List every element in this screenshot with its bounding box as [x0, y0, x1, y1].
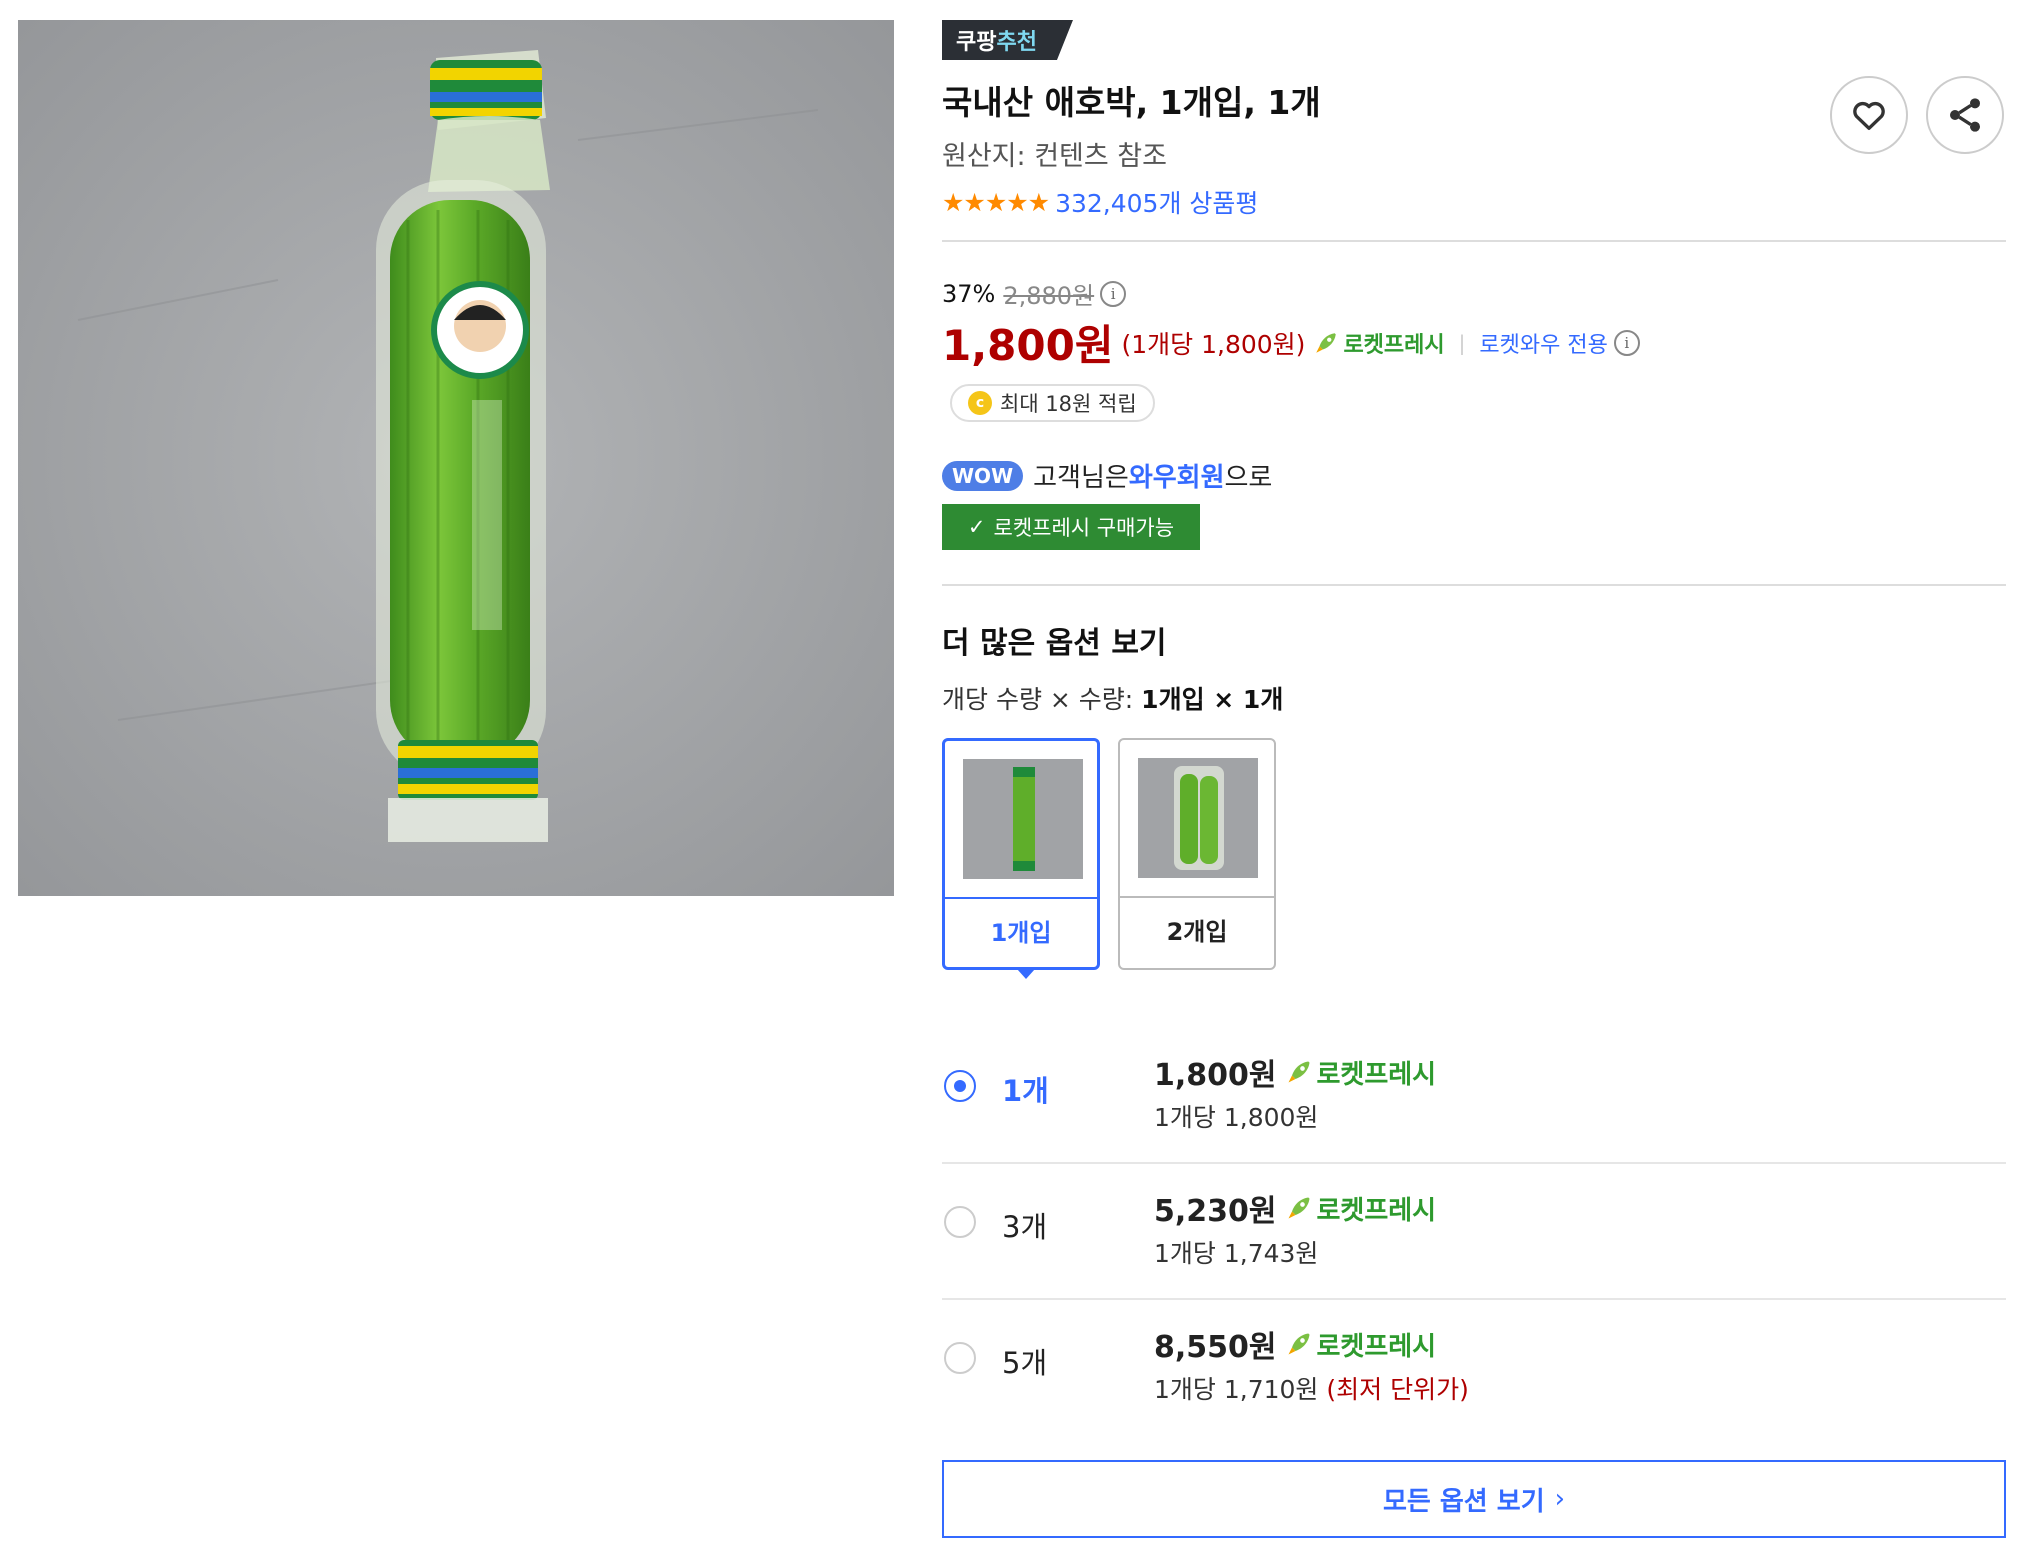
- view-all-options-button[interactable]: 모든 옵션 보기 ›: [942, 1460, 2006, 1538]
- quantity-option-row[interactable]: 1개 1,800원 로켓프레시 1개당 1,800원: [942, 1028, 2006, 1164]
- price-row: 1,800원 (1개당 1,800원) 로켓프레시 | 로켓와우 전용 i: [942, 312, 1640, 373]
- wow-text-after: 으로: [1224, 463, 1273, 493]
- coupang-recommend-badge: 쿠팡 추천: [942, 20, 1073, 60]
- product-info-panel: 쿠팡 추천 국내산 애호박, 1개입, 1개 원산지: 컨텐츠 참조 ★★★★★ …: [942, 20, 2006, 1538]
- rocket-icon: [1288, 1333, 1309, 1355]
- product-image[interactable]: [18, 20, 894, 896]
- unit-price-text: 1개당 1,743원: [1154, 1239, 1319, 1268]
- check-icon: ✓: [967, 515, 986, 539]
- divider: [942, 584, 2006, 586]
- view-all-label: 모든 옵션 보기: [1382, 1486, 1545, 1517]
- unit-price: (1개당 1,800원): [1121, 329, 1306, 359]
- radio-button[interactable]: [944, 1206, 976, 1238]
- rocket-fresh-label: 로켓프레시: [1316, 1059, 1437, 1090]
- option-count: 5개: [1002, 1346, 1048, 1380]
- option-thumbnail: [963, 759, 1083, 879]
- radio-button[interactable]: [944, 1342, 976, 1374]
- radio-button[interactable]: [944, 1070, 976, 1102]
- lowest-unit-label: (최저 단위가): [1318, 1375, 1469, 1404]
- option-price-line: 8,550원 로켓프레시: [1154, 1322, 1436, 1366]
- review-count-link[interactable]: 332,405개 상품평: [1055, 184, 1258, 220]
- wow-info-icon[interactable]: i: [1613, 329, 1640, 356]
- heart-icon: [1853, 101, 1885, 130]
- rocket-wow-only-label: 로켓와우 전용: [1479, 332, 1608, 358]
- sale-price: 1,800원: [942, 321, 1114, 370]
- card-divider: [945, 897, 1097, 899]
- unit-price-text: 1개당 1,710원: [1154, 1375, 1319, 1404]
- rocket-fresh-label: 로켓프레시: [1316, 1331, 1437, 1362]
- option-price-line: 1,800원 로켓프레시: [1154, 1050, 1436, 1094]
- discount-rate: 37%: [942, 279, 996, 308]
- price-info-icon[interactable]: i: [1100, 280, 1127, 307]
- rocket-fresh-label: 로켓프레시: [1343, 332, 1445, 358]
- original-price: 2,880원: [1003, 282, 1095, 310]
- rocket-fresh-badge: 로켓프레시: [1285, 1326, 1437, 1363]
- wow-member-row: WOW 고객님은 와우회원 으로: [942, 457, 1272, 494]
- rocket-fresh-badge: 로켓프레시: [1285, 1054, 1437, 1091]
- option-price: 1,800원: [1154, 1058, 1277, 1093]
- divider: [942, 240, 2006, 242]
- separator: |: [1458, 330, 1466, 355]
- quantity-label: 개당 수량 × 수량:: [942, 685, 1142, 714]
- rocket-fresh-label: 로켓프레시: [1316, 1195, 1437, 1226]
- share-icon: [1950, 98, 1980, 132]
- option-price: 8,550원: [1154, 1330, 1277, 1365]
- star-rating-icon: ★★★★★: [942, 187, 1050, 217]
- option-card-2pack[interactable]: 2개입: [1118, 738, 1276, 970]
- rocket-icon: [1288, 1061, 1309, 1083]
- discount-row: 37% 2,880원 i: [942, 276, 1127, 311]
- option-card-label: 1개입: [990, 919, 1052, 947]
- unit-price-text: 1개당 1,800원: [1154, 1103, 1319, 1132]
- chevron-right-icon: ›: [1554, 1484, 1566, 1514]
- cashback-text: 최대 18원 적립: [1000, 392, 1137, 416]
- rocket-fresh-available-text: 로켓프레시 구매가능: [993, 516, 1175, 540]
- quantity-summary: 개당 수량 × 수량: 1개입 × 1개: [942, 680, 1283, 716]
- quantity-option-row[interactable]: 3개 5,230원 로켓프레시 1개당 1,743원: [942, 1164, 2006, 1300]
- option-count: 1개: [1002, 1074, 1049, 1108]
- coin-icon: c: [968, 391, 992, 415]
- card-divider: [1120, 896, 1274, 898]
- product-origin: 원산지: 컨텐츠 참조: [942, 141, 1167, 172]
- option-price: 5,230원: [1154, 1194, 1277, 1229]
- option-count: 3개: [1002, 1210, 1048, 1244]
- option-unit-price: 1개당 1,710원 (최저 단위가): [1154, 1370, 1469, 1406]
- option-card-1pack[interactable]: 1개입: [942, 738, 1100, 979]
- more-options-title: 더 많은 옵션 보기: [942, 626, 1167, 661]
- rocket-fresh-badge: 로켓프레시: [1285, 1190, 1437, 1227]
- quantity-value: 1개입 × 1개: [1141, 685, 1284, 714]
- wow-badge: WOW: [942, 460, 1024, 491]
- share-button[interactable]: [1926, 76, 2004, 154]
- rocket-icon: [1316, 332, 1337, 353]
- quantity-option-row[interactable]: 5개 8,550원 로켓프레시 1개당 1,710원 (최저 단위가): [942, 1300, 2006, 1436]
- badge-text-brand: 쿠팡: [956, 30, 997, 55]
- product-title: 국내산 애호박, 1개입, 1개: [942, 83, 1321, 122]
- wow-text-before: 고객님은: [1033, 463, 1129, 493]
- cashback-chip[interactable]: c 최대 18원 적립: [950, 384, 1155, 422]
- rocket-fresh-available-badge: ✓ 로켓프레시 구매가능: [942, 504, 1200, 550]
- wow-member-highlight: 와우회원: [1128, 463, 1225, 493]
- selected-pointer: [1017, 969, 1035, 979]
- option-card-label: 2개입: [1166, 918, 1228, 946]
- rocket-fresh-badge: 로켓프레시: [1313, 327, 1445, 359]
- option-unit-price: 1개당 1,743원: [1154, 1234, 1318, 1270]
- favorite-button[interactable]: [1830, 76, 1908, 154]
- badge-text-recommend: 추천: [996, 30, 1037, 55]
- rocket-icon: [1288, 1197, 1309, 1219]
- option-thumbnail: [1138, 758, 1258, 878]
- rating-summary[interactable]: ★★★★★ 332,405개 상품평: [942, 184, 1258, 220]
- option-unit-price: 1개당 1,800원: [1154, 1098, 1318, 1134]
- option-price-line: 5,230원 로켓프레시: [1154, 1186, 1436, 1230]
